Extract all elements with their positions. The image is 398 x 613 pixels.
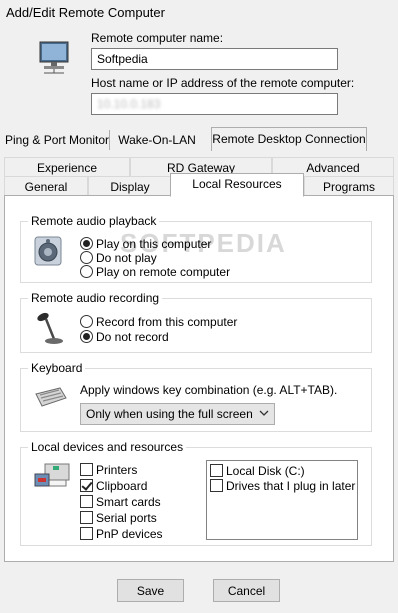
audio-recording-title: Remote audio recording [28, 291, 163, 305]
audio-playback-title: Remote audio playback [28, 214, 160, 228]
serial-ports-label: Serial ports [96, 511, 157, 525]
tab-remote-desktop-connection[interactable]: Remote Desktop Connection [211, 127, 367, 151]
checkbox-smart-cards[interactable] [80, 495, 93, 508]
tab-programs[interactable]: Programs [304, 176, 394, 196]
tab-general[interactable]: General [4, 176, 88, 196]
chevron-down-icon [259, 406, 269, 423]
local-disk-label: Local Disk (C:) [226, 464, 305, 478]
drives-plug-in-later-label: Drives that I plug in later [226, 479, 356, 493]
radio-record-from-this-computer[interactable] [80, 315, 93, 328]
speaker-icon [34, 236, 62, 266]
printers-label: Printers [96, 463, 138, 477]
keyboard-combo-value: Only when using the full screen [86, 407, 253, 421]
tab-separator [109, 130, 110, 150]
checkbox-drives-plug-in-later[interactable] [210, 479, 223, 492]
keyboard-description: Apply windows key combination (e.g. ALT+… [80, 383, 338, 397]
microphone-icon [34, 311, 66, 345]
clipboard-label: Clipboard [96, 479, 148, 493]
radio-do-not-play[interactable] [80, 251, 93, 264]
radio-do-not-record[interactable] [80, 330, 93, 343]
tab-local-resources[interactable]: Local Resources [170, 173, 304, 197]
play-on-remote-computer-label: Play on remote computer [96, 265, 231, 279]
tab-ping-port-monitor[interactable]: Ping & Port Monitor [5, 129, 109, 151]
tab-experience[interactable]: Experience [4, 157, 130, 176]
radio-play-on-this-computer[interactable] [80, 237, 93, 250]
checkbox-clipboard[interactable] [80, 479, 93, 492]
checkbox-serial-ports[interactable] [80, 511, 93, 524]
pnp-devices-label: PnP devices [96, 527, 163, 541]
keyboard-combo-select[interactable]: Only when using the full screen [80, 403, 275, 425]
do-not-record-label: Do not record [96, 330, 169, 344]
checkbox-local-disk-c[interactable] [210, 464, 223, 477]
host-value: 10.10.0.183 [97, 97, 161, 111]
keyboard-title: Keyboard [28, 361, 86, 375]
keyboard-icon [34, 386, 68, 408]
host-input[interactable]: 10.10.0.183 [91, 93, 338, 115]
window-title: Add/Edit Remote Computer [6, 5, 165, 20]
devices-title: Local devices and resources [28, 440, 187, 454]
cancel-button[interactable]: Cancel [213, 579, 280, 602]
computer-name-label: Remote computer name: [91, 31, 224, 45]
smart-cards-label: Smart cards [96, 495, 161, 509]
tab-display[interactable]: Display [88, 176, 172, 196]
computer-name-input[interactable]: Softpedia [91, 48, 338, 70]
do-not-play-label: Do not play [96, 251, 157, 265]
host-label: Host name or IP address of the remote co… [91, 76, 355, 90]
checkbox-printers[interactable] [80, 463, 93, 476]
printer-devices-icon [33, 462, 71, 492]
tab-wake-on-lan[interactable]: Wake-On-LAN [111, 129, 203, 151]
record-from-this-computer-label: Record from this computer [96, 315, 238, 329]
checkbox-pnp-devices[interactable] [80, 527, 93, 540]
radio-play-on-remote-computer[interactable] [80, 265, 93, 278]
monitor-icon [38, 40, 70, 74]
play-on-this-computer-label: Play on this computer [96, 237, 212, 251]
save-button[interactable]: Save [117, 579, 184, 602]
